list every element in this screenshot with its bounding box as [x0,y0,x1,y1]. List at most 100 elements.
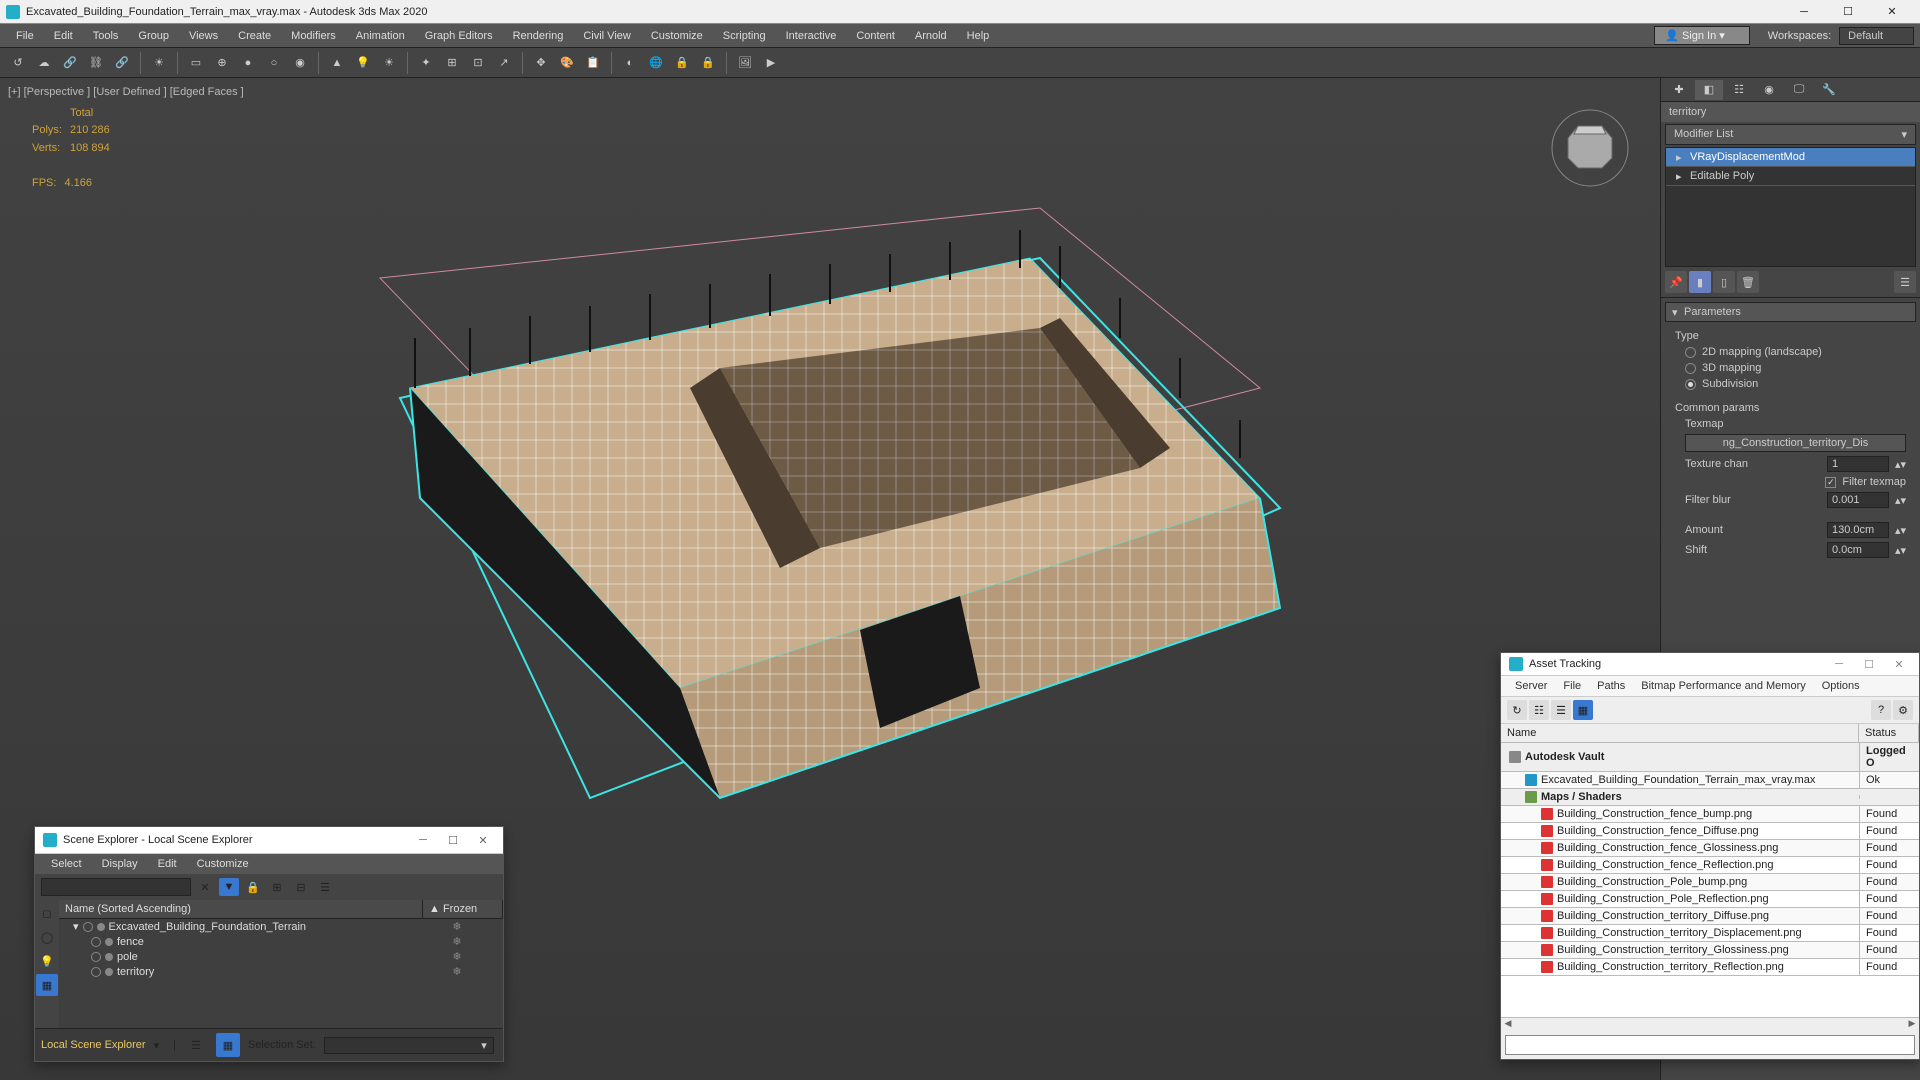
menu-interactive[interactable]: Interactive [776,26,847,46]
filter-lights-icon[interactable]: 💡 [36,950,58,972]
filter-texmap-checkbox[interactable] [1825,477,1836,488]
asset-tracking-menu-paths[interactable]: Paths [1589,676,1633,696]
utilities-tab[interactable]: 🔧 [1815,80,1843,100]
asset-tracking-menu-options[interactable]: Options [1814,676,1868,696]
lock-x-icon[interactable]: 🔒 [670,51,694,75]
unlink-icon[interactable]: ⛓ [84,51,108,75]
scene-explorer-menu-edit[interactable]: Edit [148,854,187,874]
snap-icon[interactable]: ⊡ [466,51,490,75]
modifier-item-vraydisp[interactable]: VRayDisplacementMod [1666,148,1915,167]
scrollbar-track[interactable] [1515,1018,1905,1031]
display-tab[interactable]: 🖵 [1785,80,1813,100]
tree-view-icon[interactable]: ☷ [1529,700,1549,720]
refresh-icon[interactable]: ↻ [1507,700,1527,720]
modify-tab[interactable]: ◧ [1695,80,1723,100]
filter-blur-spinner[interactable]: 0.001 [1827,492,1889,508]
scene-explorer-window[interactable]: Scene Explorer - Local Scene Explorer ─ … [34,826,504,1062]
settings-icon[interactable]: ⚙ [1893,700,1913,720]
plane-icon[interactable]: ▭ [184,51,208,75]
menu-graph-editors[interactable]: Graph Editors [415,26,503,46]
collapse-icon[interactable]: ⊟ [291,878,311,896]
create-tab[interactable]: ✚ [1665,80,1693,100]
texture-chan-spinner[interactable]: 1 [1827,456,1889,472]
lock-y-icon[interactable]: 🔒 [696,51,720,75]
cursor-icon[interactable]: ↗ [492,51,516,75]
cloud-icon[interactable]: ☁ [32,51,56,75]
menu-customize[interactable]: Customize [641,26,713,46]
asset-row[interactable]: Building_Construction_territory_Displace… [1501,925,1919,942]
list-view-icon[interactable]: ☰ [1551,700,1571,720]
globe-icon[interactable]: 🌐 [644,51,668,75]
scene-explorer-menu-select[interactable]: Select [41,854,92,874]
asset-row[interactable]: Building_Construction_fence_Reflection.p… [1501,857,1919,874]
grid-icon[interactable]: ⊞ [440,51,464,75]
selection-set-dropdown[interactable]: ▾ [324,1037,494,1054]
circle-icon[interactable]: ○ [262,51,286,75]
asset-row[interactable]: Building_Construction_territory_Glossine… [1501,942,1919,959]
configure-sets-icon[interactable]: ☰ [1894,271,1916,293]
workspace-selector[interactable]: Default [1839,27,1914,45]
tree-row[interactable]: territory❄ [59,964,503,979]
asset-row[interactable]: Building_Construction_fence_bump.pngFoun… [1501,806,1919,823]
fill-icon[interactable]: ◉ [288,51,312,75]
name-column-header[interactable]: Name (Sorted Ascending) [59,900,423,918]
menu-scripting[interactable]: Scripting [713,26,776,46]
maximize-button[interactable]: ☐ [1826,0,1870,24]
asset-tracking-menu-file[interactable]: File [1555,676,1589,696]
help-icon[interactable]: ? [1871,700,1891,720]
menu-create[interactable]: Create [228,26,281,46]
tree-row[interactable]: fence❄ [59,934,503,949]
scroll-right-icon[interactable]: ▶ [1905,1018,1919,1031]
tree-row[interactable]: pole❄ [59,949,503,964]
asset-tracking-menu-bitmap-performance-and-memory[interactable]: Bitmap Performance and Memory [1633,676,1813,696]
asset-tracking-menu-server[interactable]: Server [1507,676,1555,696]
redo-view-icon[interactable]: ↺ [6,51,30,75]
cone-icon[interactable]: ▲ [325,51,349,75]
close-button[interactable]: ✕ [1870,0,1914,24]
viewport-label[interactable]: [+] [Perspective ] [User Defined ] [Edge… [8,86,244,98]
asset-row[interactable]: Building_Construction_territory_Diffuse.… [1501,908,1919,925]
asset-row[interactable]: Building_Construction_territory_Reflecti… [1501,959,1919,976]
lock-icon[interactable]: 🔒 [243,878,263,896]
asset-row[interactable]: Excavated_Building_Foundation_Terrain_ma… [1501,772,1919,789]
menu-group[interactable]: Group [128,26,179,46]
menu-help[interactable]: Help [957,26,1000,46]
motion-tab[interactable]: ◉ [1755,80,1783,100]
scene-explorer-close[interactable]: ✕ [471,834,495,847]
scene-explorer-menu-display[interactable]: Display [92,854,148,874]
hierarchy-tab[interactable]: ☷ [1725,80,1753,100]
show-end-result-icon[interactable]: ▮ [1689,271,1711,293]
render-setup-icon[interactable]: 🖼 [733,51,757,75]
shift-spinner[interactable]: 0.0cm [1827,542,1889,558]
asset-tracking-maximize[interactable]: ☐ [1857,658,1881,671]
asset-row[interactable]: Building_Construction_fence_Glossiness.p… [1501,840,1919,857]
render-icon[interactable]: ▶ [759,51,783,75]
layers-icon[interactable]: ☰ [184,1033,208,1057]
texmap-button[interactable]: ng_Construction_territory_Dis [1685,434,1906,452]
type-radio-3d[interactable] [1685,363,1696,374]
asset-row[interactable]: Maps / Shaders [1501,789,1919,806]
scene-explorer-maximize[interactable]: ☐ [441,834,465,847]
sun-icon[interactable]: ☀ [147,51,171,75]
menu-modifiers[interactable]: Modifiers [281,26,346,46]
filter-selected-icon[interactable]: ▦ [36,974,58,996]
type-radio-subdiv[interactable] [1685,379,1696,390]
menu-content[interactable]: Content [846,26,905,46]
asset-tracking-minimize[interactable]: ─ [1827,658,1851,671]
asset-tracking-input[interactable] [1505,1035,1915,1055]
bind-icon[interactable]: 🔗 [110,51,134,75]
asset-row[interactable]: Building_Construction_fence_Diffuse.pngF… [1501,823,1919,840]
filter-shapes-icon[interactable]: ◯ [36,926,58,948]
asset-tracking-window[interactable]: Asset Tracking ─ ☐ ✕ ServerFilePathsBitm… [1500,652,1920,1060]
type-radio-2d[interactable] [1685,347,1696,358]
asset-row[interactable]: Building_Construction_Pole_bump.pngFound [1501,874,1919,891]
transform-icon[interactable]: ✥ [529,51,553,75]
scene-explorer-search[interactable] [41,878,191,896]
parameters-rollout-header[interactable]: Parameters [1665,302,1916,322]
remove-modifier-icon[interactable]: 🗑 [1737,271,1759,293]
asset-status-column[interactable]: Status [1859,724,1919,742]
modifier-list-dropdown[interactable]: Modifier List ▾ [1665,124,1916,145]
sunlight-icon[interactable]: ☀ [377,51,401,75]
asset-row[interactable]: Autodesk VaultLogged O [1501,743,1919,772]
modifier-item-editpoly[interactable]: Editable Poly [1666,167,1915,186]
